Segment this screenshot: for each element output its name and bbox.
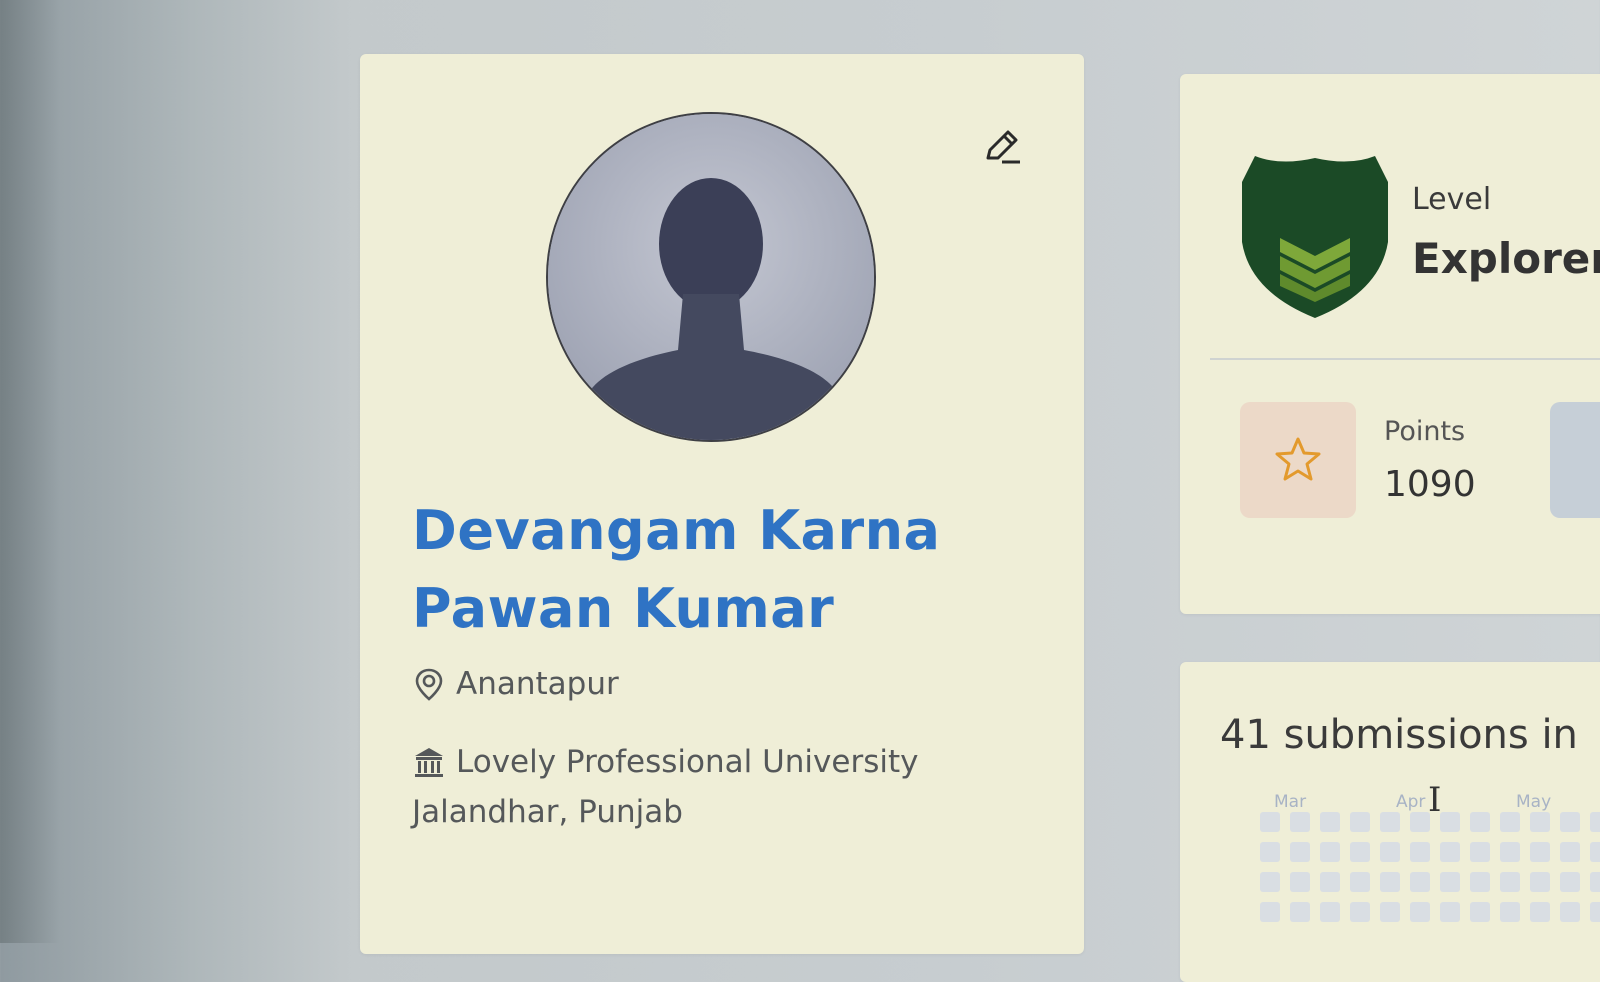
heatmap-cell <box>1530 842 1550 862</box>
heatmap-cell <box>1380 812 1400 832</box>
heatmap-cell <box>1410 842 1430 862</box>
heatmap-cell <box>1560 872 1580 892</box>
level-label: Level <box>1412 182 1492 217</box>
points-value: 1090 <box>1384 464 1476 505</box>
institution-icon <box>412 745 446 779</box>
heatmap-cell <box>1470 872 1490 892</box>
location-pin-icon <box>412 667 446 701</box>
heatmap-cell <box>1320 872 1340 892</box>
points-icon-box <box>1240 402 1356 518</box>
heatmap-cell <box>1350 872 1370 892</box>
user-name-line-1: Devangam Karna <box>412 499 941 562</box>
submissions-title: 41 submissions in <box>1220 712 1578 758</box>
points-label: Points <box>1384 416 1466 447</box>
divider <box>1210 358 1600 360</box>
heatmap-cell <box>1530 872 1550 892</box>
heatmap-cell <box>1380 842 1400 862</box>
user-name: Devangam Karna Pawan Kumar <box>412 492 1012 648</box>
month-label: Mar <box>1274 792 1307 812</box>
heatmap-cell <box>1260 812 1280 832</box>
shield-icon <box>1240 152 1390 322</box>
heatmap-cell <box>1350 812 1370 832</box>
heatmap-cell <box>1440 902 1460 922</box>
user-name-line-2: Pawan Kumar <box>412 577 835 640</box>
month-label: May <box>1516 792 1552 812</box>
heatmap-cell <box>1410 812 1430 832</box>
heatmap-cell <box>1590 812 1600 832</box>
heatmap-cell <box>1440 842 1460 862</box>
heatmap-cell <box>1500 902 1520 922</box>
heatmap-cell <box>1290 842 1310 862</box>
heatmap-cell <box>1380 872 1400 892</box>
heatmap-cell <box>1470 902 1490 922</box>
next-stat-box <box>1550 402 1600 518</box>
avatar <box>546 112 876 442</box>
star-icon <box>1275 437 1321 481</box>
heatmap-cell <box>1590 842 1600 862</box>
heatmap-cell <box>1350 842 1370 862</box>
submissions-card: 41 submissions in Mar Apr May <box>1180 662 1600 982</box>
heatmap-cell <box>1260 842 1280 862</box>
level-card: Level Explorer Points 1090 <box>1180 74 1600 614</box>
heatmap-cell <box>1410 902 1430 922</box>
heatmap-cell <box>1290 872 1310 892</box>
heatmap-cell <box>1290 902 1310 922</box>
heatmap-cell <box>1530 812 1550 832</box>
heatmap-cell <box>1470 812 1490 832</box>
heatmap-cell <box>1410 872 1430 892</box>
heatmap-cell <box>1590 902 1600 922</box>
pencil-icon[interactable] <box>980 124 1024 168</box>
heatmap-cell <box>1530 902 1550 922</box>
heatmap-cell <box>1260 872 1280 892</box>
heatmap-cell <box>1320 902 1340 922</box>
heatmap-cell <box>1560 842 1580 862</box>
heatmap-cell <box>1320 842 1340 862</box>
heatmap-cell <box>1470 842 1490 862</box>
profile-card: Devangam Karna Pawan Kumar Anantapur Lov… <box>360 54 1084 954</box>
location-row: Anantapur <box>412 666 619 702</box>
institution-row: Lovely Professional University <box>412 744 918 780</box>
heatmap-cell <box>1500 872 1520 892</box>
location-text: Anantapur <box>456 666 619 702</box>
heatmap-cell <box>1560 902 1580 922</box>
heatmap-cell <box>1590 872 1600 892</box>
month-label: Apr <box>1396 792 1426 812</box>
heatmap-cell <box>1500 842 1520 862</box>
screen-edge-shadow <box>0 0 60 943</box>
level-value: Explorer <box>1412 234 1600 283</box>
heatmap-cell <box>1350 902 1370 922</box>
heatmap-cell <box>1560 812 1580 832</box>
heatmap-cell <box>1500 812 1520 832</box>
user-silhouette-icon <box>548 114 874 440</box>
heatmap-cell <box>1320 812 1340 832</box>
heatmap-cell <box>1440 812 1460 832</box>
heatmap-cell <box>1260 902 1280 922</box>
institution-location: Jalandhar, Punjab <box>412 794 683 830</box>
heatmap-cell <box>1440 872 1460 892</box>
heatmap-cell <box>1380 902 1400 922</box>
heatmap-cell <box>1290 812 1310 832</box>
text-cursor-icon: I <box>1428 780 1442 820</box>
institution-name: Lovely Professional University <box>456 744 919 780</box>
